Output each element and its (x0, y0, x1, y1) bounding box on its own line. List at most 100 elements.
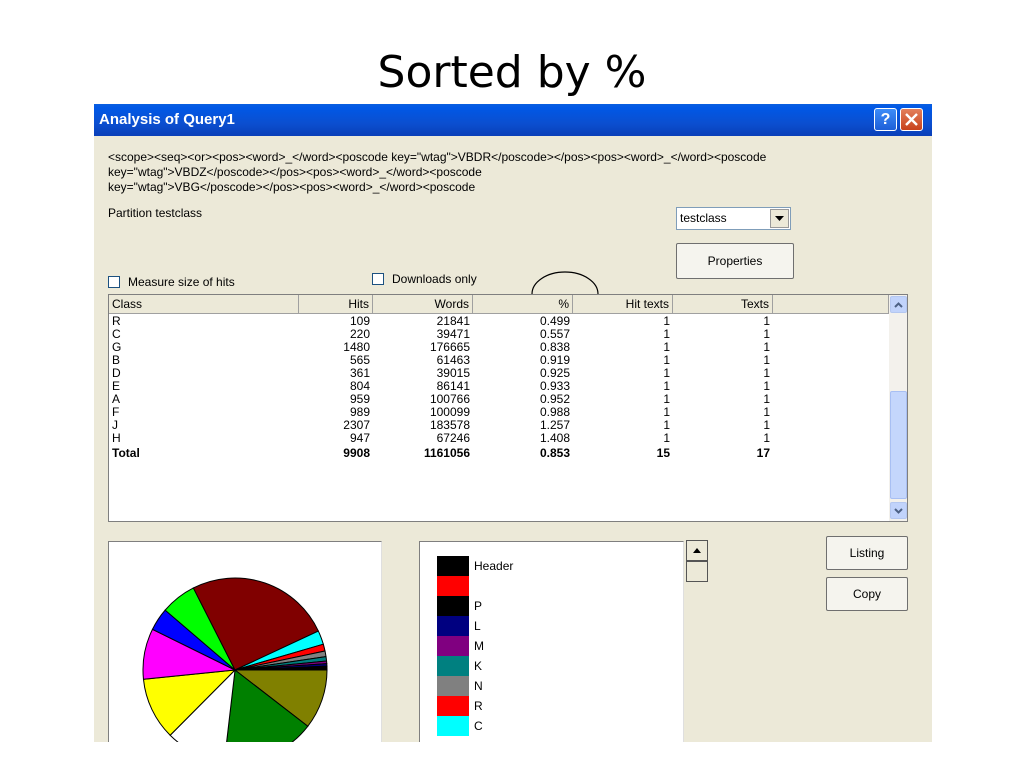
legend-label: C (474, 719, 483, 733)
pie-chart (142, 577, 328, 742)
query-text: <scope><seq><or><pos><word>_</word><posc… (108, 150, 908, 195)
cell-texts: 1 (763, 327, 770, 341)
cell-hit-texts: 1 (663, 327, 670, 341)
legend-scrollbar[interactable] (686, 540, 708, 582)
cell-texts: 1 (763, 366, 770, 380)
help-button[interactable]: ? (874, 108, 897, 131)
cell-percent: 1.408 (539, 431, 570, 445)
slide-title: Sorted by % (377, 47, 647, 98)
table-row[interactable]: R 109 21841 0.499 1 1 (109, 315, 889, 328)
legend-item: N (437, 676, 483, 696)
cell-class: B (112, 353, 121, 367)
measure-size-label: Measure size of hits (128, 275, 235, 289)
downloads-only-checkbox-row[interactable]: Downloads only (372, 272, 477, 286)
cell-hit-texts: 1 (663, 366, 670, 380)
legend-swatch (437, 576, 469, 596)
legend-item: P (437, 596, 482, 616)
copy-button[interactable]: Copy (826, 577, 908, 611)
table-row[interactable]: H 947 67246 1.408 1 1 (109, 432, 889, 445)
properties-button[interactable]: Properties (676, 243, 794, 279)
pie-chart-panel (108, 541, 382, 742)
cell-words: 67246 (436, 431, 470, 445)
legend-label: N (474, 679, 483, 693)
listing-button[interactable]: Listing (826, 536, 908, 570)
query-line: key="wtag">VBG</poscode></pos><pos><word… (108, 180, 476, 194)
cell-texts: 1 (763, 405, 770, 419)
cell-hit-texts: 1 (663, 353, 670, 367)
cell-texts: 1 (763, 340, 770, 354)
cell-hits: 947 (349, 431, 370, 445)
legend-label: L (474, 619, 481, 633)
cell-hit-texts: 1 (663, 431, 670, 445)
window-title: Analysis of Query1 (99, 111, 235, 128)
table-row[interactable]: J 2307 183578 1.257 1 1 (109, 419, 889, 432)
cell-class: D (112, 366, 121, 380)
column-header-hits[interactable]: Hits (299, 295, 373, 314)
legend-item (437, 576, 474, 596)
legend-swatch (437, 636, 469, 656)
legend-label: P (474, 599, 483, 613)
legend-label: K (474, 659, 483, 673)
legend-item: R (437, 696, 483, 716)
cell-class: E (112, 379, 121, 393)
chevron-up-icon (894, 301, 903, 308)
query-line: key="wtag">VBDZ</poscode></pos><pos><wor… (108, 165, 482, 179)
table-header: Class Hits Words % Hit texts Texts (109, 295, 889, 314)
close-button[interactable] (900, 108, 923, 131)
cell-words: 1161056 (423, 446, 470, 460)
partition-select-value: testclass (680, 211, 727, 225)
table-row[interactable]: D 361 39015 0.925 1 1 (109, 367, 889, 380)
column-header-words[interactable]: Words (373, 295, 473, 314)
legend-scroll-up-button[interactable] (686, 540, 708, 561)
cell-class: C (112, 327, 121, 341)
column-header-texts[interactable]: Texts (673, 295, 773, 314)
cell-hit-texts: 1 (663, 314, 670, 328)
table-row[interactable]: G 1480 176665 0.838 1 1 (109, 341, 889, 354)
cell-class: H (112, 431, 121, 445)
table-total-row[interactable]: Total 9908 1161056 0.853 15 17 (109, 445, 889, 461)
legend-swatch (437, 716, 469, 736)
cell-texts: 17 (756, 446, 770, 460)
scroll-up-button[interactable] (890, 296, 907, 313)
close-icon (905, 113, 918, 126)
results-table: Class Hits Words % Hit texts Texts R 109 2… (108, 294, 908, 522)
scroll-down-button[interactable] (890, 502, 907, 519)
cell-class: J (112, 418, 118, 432)
table-row[interactable]: C 220 39471 0.557 1 1 (109, 328, 889, 341)
column-header-percent[interactable]: % (473, 295, 573, 314)
legend-panel: Header P L M K N R C (419, 541, 684, 742)
downloads-only-checkbox[interactable] (372, 273, 384, 285)
legend-scroll-track[interactable] (686, 561, 708, 582)
table-row[interactable]: E 804 86141 0.933 1 1 (109, 380, 889, 393)
legend-item: C (437, 716, 483, 736)
cell-hit-texts: 1 (663, 405, 670, 419)
analysis-window: Analysis of Query1 ? <scope><seq><or><po… (94, 104, 932, 742)
scroll-thumb[interactable] (890, 391, 907, 499)
cell-class: G (112, 340, 122, 354)
legend-item: M (437, 636, 484, 656)
dropdown-arrow-icon[interactable] (770, 209, 789, 228)
cell-hit-texts: 1 (663, 418, 670, 432)
table-scrollbar[interactable] (889, 295, 907, 521)
cell-hit-texts: 15 (656, 446, 670, 460)
legend-item: Header (437, 556, 513, 576)
measure-size-checkbox[interactable] (108, 276, 120, 288)
table-row[interactable]: F 989 100099 0.988 1 1 (109, 406, 889, 419)
cell-class: Total (112, 446, 140, 460)
legend-item: L (437, 616, 481, 636)
legend-label: Header (474, 559, 514, 573)
triangle-up-icon (693, 548, 701, 553)
table-rows: R 109 21841 0.499 1 1 C 220 39471 0.557 1 1 G 1480 1… (109, 315, 889, 461)
title-bar[interactable]: Analysis of Query1 ? (94, 104, 932, 136)
cell-percent: 0.853 (539, 446, 570, 460)
partition-select[interactable]: testclass (676, 207, 791, 230)
cell-texts: 1 (763, 392, 770, 406)
table-row[interactable]: B 565 61463 0.919 1 1 (109, 354, 889, 367)
measure-size-checkbox-row[interactable]: Measure size of hits (108, 275, 235, 289)
table-row[interactable]: A 959 100766 0.952 1 1 (109, 393, 889, 406)
cell-class: F (112, 405, 120, 419)
column-header-class[interactable]: Class (109, 295, 299, 314)
downloads-only-label: Downloads only (392, 272, 477, 286)
legend-swatch (437, 696, 469, 716)
column-header-hit-texts[interactable]: Hit texts (573, 295, 673, 314)
